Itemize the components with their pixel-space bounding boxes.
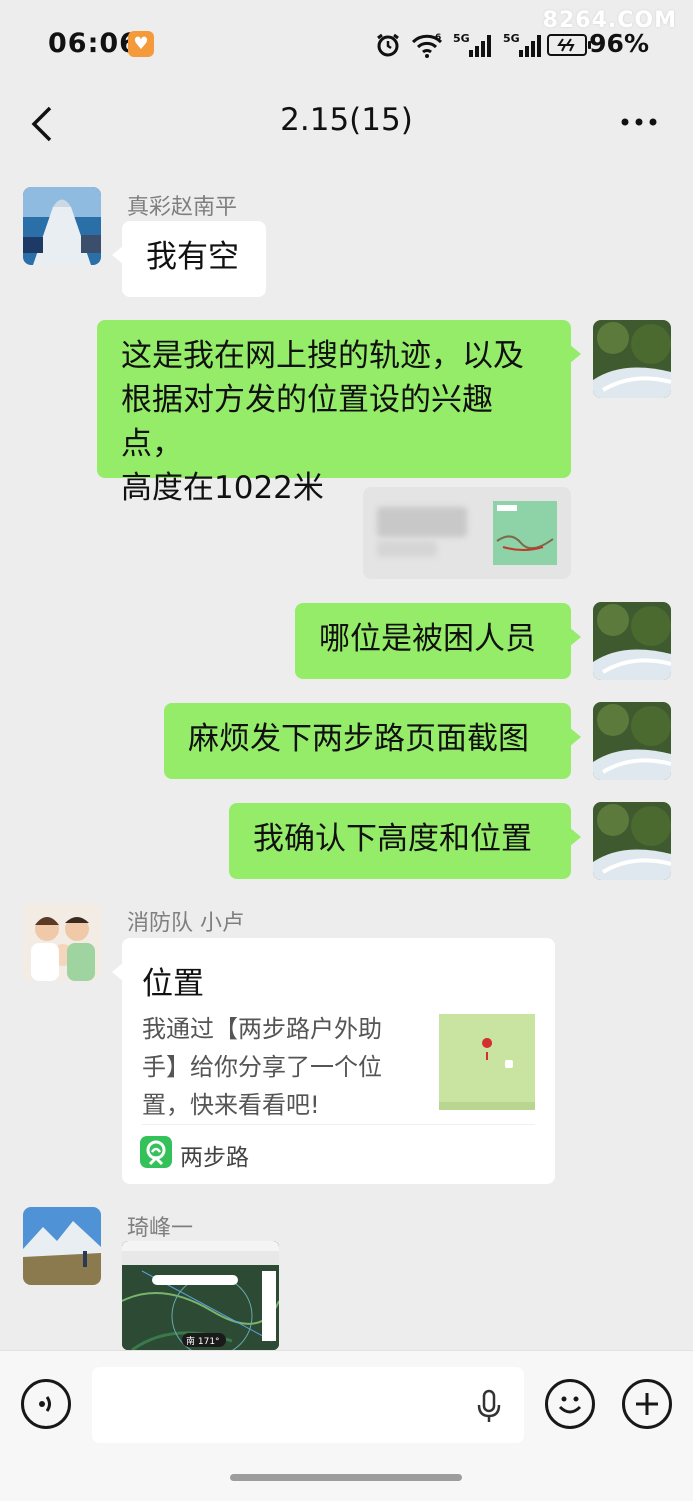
home-indicator[interactable] — [230, 1474, 462, 1481]
chat-title: 2.15(15) — [280, 102, 413, 138]
avatar-self[interactable] — [593, 602, 671, 680]
source-app-name: 两步路 — [180, 1145, 249, 1171]
message-input[interactable] — [92, 1367, 524, 1443]
more-dots-icon[interactable] — [621, 118, 657, 126]
divider — [142, 1124, 535, 1125]
system-icons: 6 5G 5G — [375, 30, 543, 60]
voice-icon[interactable] — [21, 1379, 71, 1429]
sender-name: 琦峰一 — [127, 1216, 194, 1241]
wifi-icon: 6 — [411, 33, 443, 58]
status-time: 06:06 — [48, 28, 139, 59]
blurred-filesize — [377, 541, 437, 557]
sender-name: 消防队 小卢 — [127, 911, 244, 936]
message-text: 哪位是被困人员 — [319, 621, 536, 657]
avatar-zhaonanping[interactable] — [23, 187, 101, 265]
avatar-self[interactable] — [593, 320, 671, 398]
battery-percent: 96% — [589, 29, 649, 58]
emoji-icon[interactable] — [545, 1379, 595, 1429]
signal-icon-1: 5G — [453, 32, 491, 57]
message-bubble-outgoing[interactable]: 哪位是被困人员 — [295, 603, 581, 679]
message-bubble-outgoing[interactable]: 我确认下高度和位置 — [229, 803, 581, 879]
card-title: 位置 — [142, 966, 204, 1002]
message-bubble-incoming[interactable]: 我有空 — [112, 221, 266, 297]
blurred-filename — [377, 507, 467, 537]
svg-text:5G: 5G — [503, 32, 520, 45]
plus-icon[interactable] — [622, 1379, 672, 1429]
liangbulu-app-icon — [140, 1136, 172, 1168]
card-description: 我通过【两步路户外助 手】给你分享了一个位 置，快来看看吧! — [142, 1015, 382, 1119]
location-share-card[interactable]: 位置 我通过【两步路户外助 手】给你分享了一个位 置，快来看看吧! 两步路 — [112, 938, 555, 1184]
signal-icon-2: 5G — [503, 32, 541, 57]
message-text: 麻烦发下两步路页面截图 — [188, 721, 529, 757]
chat-header: 2.15(15) — [0, 88, 693, 158]
message-line: 这是我在网上搜的轨迹，以及 — [121, 338, 524, 374]
battery-icon — [547, 34, 591, 56]
microphone-icon[interactable] — [476, 1389, 502, 1423]
alarm-icon — [377, 33, 399, 57]
message-text: 我有空 — [146, 239, 239, 275]
svg-text:6: 6 — [435, 33, 441, 43]
compass-readout: 南 171° — [186, 1335, 220, 1347]
sender-name: 真彩赵南平 — [127, 195, 238, 220]
avatar-qifengyi[interactable] — [23, 1207, 101, 1285]
screenshot-image[interactable]: 南 171° — [122, 1241, 279, 1350]
avatar-self[interactable] — [593, 702, 671, 780]
avatar-xiaolu[interactable] — [23, 903, 101, 981]
svg-text:5G: 5G — [453, 32, 470, 45]
app-notification-icon: ♥ — [128, 31, 154, 57]
location-map-thumbnail — [439, 1014, 535, 1110]
file-card[interactable] — [363, 487, 571, 579]
message-bubble-outgoing[interactable]: 麻烦发下两步路页面截图 — [164, 703, 581, 779]
message-bubble-outgoing[interactable]: 这是我在网上搜的轨迹，以及 根据对方发的位置设的兴趣点， 高度在1022米 — [97, 320, 581, 506]
message-text: 我确认下高度和位置 — [253, 821, 532, 857]
message-line: 根据对方发的位置设的兴趣点， — [121, 382, 493, 462]
status-bar: 06:06 ♥ 8264.COM 6 5G 5G 96% — [0, 0, 693, 88]
avatar-self[interactable] — [593, 802, 671, 880]
track-map-thumbnail — [493, 501, 557, 565]
